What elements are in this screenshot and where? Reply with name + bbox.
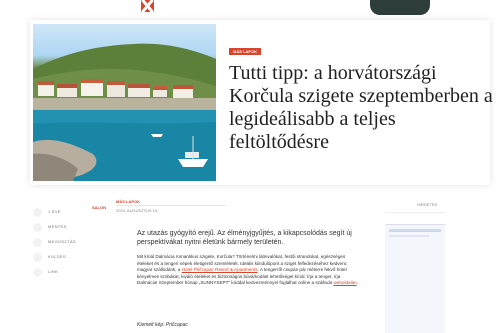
top-bar <box>0 0 503 16</box>
clock-icon <box>33 208 42 217</box>
share-label: MENTÉS <box>48 224 67 229</box>
share-item-time: 1 ÉVE <box>30 206 80 219</box>
hotel-link[interactable]: Hotel Pričcapac Resort & Apartments <box>182 267 258 272</box>
share-icon <box>33 238 42 247</box>
category-badge[interactable]: MÁS LAPOK <box>229 48 261 55</box>
ad-placeholder-line <box>389 229 441 232</box>
share-item-save[interactable]: MENTÉS <box>30 221 80 234</box>
share-sidebar: 1 ÉVE MENTÉS MEGOSZTÁS KÜLDÉS LINK <box>30 206 80 281</box>
credit-text: Kiemelt kép: Pričcapac <box>137 322 188 328</box>
link-icon <box>33 268 42 277</box>
header-cta-button[interactable] <box>370 0 430 15</box>
share-item-share[interactable]: MEGOSZTÁS <box>30 236 80 249</box>
share-label: KÜLDÉS <box>48 254 66 259</box>
ad-label: HIRDETÉS <box>417 202 438 207</box>
site-logo-icon[interactable] <box>141 0 154 12</box>
publish-date: 2024. AUGUSZTUS 15. <box>116 208 159 213</box>
bookmark-icon <box>33 223 42 232</box>
ad-placeholder-line <box>389 235 429 237</box>
website-link[interactable]: weboldalán <box>333 280 356 285</box>
ad-banner[interactable] <box>385 224 445 333</box>
share-item-send[interactable]: KÜLDÉS <box>30 251 80 264</box>
send-icon <box>33 253 42 262</box>
article-lead: Az utazás gyógyító erejű. Az élményjgyűj… <box>137 230 352 246</box>
share-label: MEGOSZTÁS <box>48 239 76 244</box>
ad-divider <box>385 212 445 213</box>
body-text-end: . <box>356 280 358 285</box>
share-item-link[interactable]: LINK <box>30 266 80 279</box>
article-body: Mit kínál Dalmácia romantikus szigete, K… <box>137 254 359 287</box>
section-label[interactable]: SALON <box>92 205 106 210</box>
article-title: Tutti tipp: a horvátországi Korčula szig… <box>229 62 493 153</box>
share-label: 1 ÉVE <box>48 209 61 214</box>
author-name[interactable]: MÁS LAPOK <box>116 199 140 204</box>
image-credit: Kiemelt kép: Pričcapac <box>137 322 188 328</box>
hero-image <box>33 24 216 181</box>
byline-divider <box>116 205 226 206</box>
share-label: LINK <box>48 269 59 274</box>
